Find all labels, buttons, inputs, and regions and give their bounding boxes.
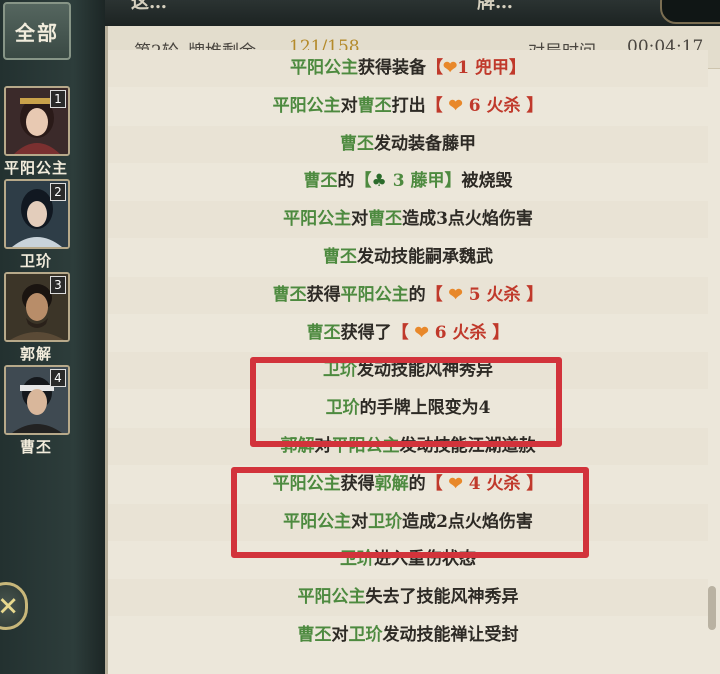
player-name-text: 曹丕	[272, 284, 307, 305]
avatar: 4	[4, 365, 70, 435]
log-text: 的	[408, 284, 426, 305]
avatar: 2	[4, 179, 70, 249]
heart-suit-icon: ❤	[448, 95, 463, 116]
highlight-box	[250, 357, 562, 447]
highlight-box	[231, 467, 589, 558]
seat-number-badge: 2	[50, 183, 66, 201]
log-text: 6 火杀	[428, 322, 493, 343]
heart-suit-icon: ❤	[448, 284, 463, 305]
player-name: 平阳公主	[4, 159, 69, 177]
player-filter-3[interactable]: 3 郭解	[4, 272, 70, 364]
log-text: 1 兜甲	[457, 58, 509, 78]
log-entry: 平阳公主对曹丕造成3点火焰伤害	[108, 201, 708, 239]
all-filter-button[interactable]: 全部	[3, 2, 71, 60]
seat-number-badge: 4	[50, 369, 66, 387]
player-name-text: 曹丕	[368, 209, 403, 230]
log-entry: 曹丕对卫玠发动技能禅让受封	[108, 617, 708, 654]
player-name-text: 曹丕	[357, 95, 392, 116]
heart-suit-icon: ❤	[443, 58, 458, 78]
player-name-text: 平阳公主	[283, 209, 352, 230]
log-text: 的	[337, 171, 355, 192]
log-text: 】	[509, 58, 526, 78]
log-entry: 曹丕获得平阳公主的【 ❤ 5 火杀 】	[108, 276, 708, 314]
player-name-text: 平阳公主	[297, 587, 366, 608]
log-text: 6 火杀	[462, 95, 527, 116]
log-entry: 平阳公主对曹丕打出【 ❤ 6 火杀 】	[108, 88, 708, 125]
player-name-text: 平阳公主	[290, 58, 358, 78]
avatar: 3	[4, 272, 70, 342]
log-entry: 平阳公主获得装备【❤1 兜甲】	[108, 50, 708, 87]
top-count-fragment: 牌…	[477, 0, 513, 13]
log-entry: 曹丕的【♣ 3 藤甲】被烧毁	[108, 163, 708, 200]
battle-log-panel: 第2轮 牌堆剩余 121/158 对局时间 00:04:17 平阳公主获得装备【…	[105, 26, 720, 674]
player-name-text: 【	[354, 171, 372, 192]
club-suit-icon: ♣	[371, 171, 387, 192]
player-name: 卫玠	[19, 252, 52, 270]
seat-number-badge: 1	[50, 90, 66, 108]
seat-number-badge: 3	[50, 276, 66, 294]
log-entry: 曹丕获得了【 ❤ 6 火杀 】	[108, 315, 708, 352]
log-text: 获得	[306, 284, 341, 305]
log-text: 被烧毁	[461, 171, 513, 192]
log-text: 对	[351, 209, 369, 230]
log-text: 【	[426, 58, 443, 78]
player-name-text: 平阳公主	[340, 284, 409, 305]
player-filter-4[interactable]: 4 曹丕	[4, 365, 70, 457]
player-name-text: 卫玠	[348, 625, 383, 645]
player-name-text: 曹丕	[306, 322, 341, 343]
log-text: 发动技能禅让受封	[382, 625, 519, 645]
log-entry: 曹丕发动装备藤甲	[108, 125, 708, 163]
close-icon[interactable]: ×	[0, 582, 28, 630]
player-name-text: 】	[444, 171, 462, 192]
player-filter-2[interactable]: 2 卫玠	[4, 179, 70, 271]
top-status-pill	[660, 0, 720, 24]
player-name-text: 曹丕	[323, 247, 357, 267]
top-bar: 这… 牌…	[105, 0, 720, 26]
scrollbar[interactable]	[708, 586, 716, 630]
player-name: 郭解	[19, 345, 52, 363]
log-text: 造成3点火焰伤害	[402, 209, 533, 230]
log-text: 5 火杀	[462, 284, 527, 305]
log-text: 发动技能嗣承魏武	[357, 247, 493, 267]
player-name-text: 3 藤甲	[386, 171, 445, 192]
player-name-text: 曹丕	[303, 171, 338, 192]
log-text: 】	[526, 284, 544, 305]
top-title-fragment: 这…	[131, 0, 167, 13]
heart-suit-icon: ❤	[414, 322, 429, 343]
log-text: 获得了	[340, 322, 392, 343]
log-entry: 曹丕发动技能嗣承魏武	[108, 239, 708, 276]
log-text: 获得装备	[358, 58, 426, 78]
log-text: 对	[340, 95, 358, 116]
log-text: 】	[526, 95, 544, 116]
player-name-text: 平阳公主	[272, 95, 341, 116]
avatar: 1	[4, 86, 70, 156]
log-text: 打出	[391, 95, 426, 116]
log-text: 发动装备藤甲	[374, 133, 476, 154]
log-text: 【	[391, 322, 415, 343]
close-icon-glyph: ×	[0, 591, 19, 621]
log-text: 【	[425, 284, 449, 305]
log-text: 失去了技能风神秀异	[365, 587, 519, 608]
log-text: 【	[425, 95, 449, 116]
player-sidebar: 全部 1 平阳公主 2 卫玠 3 郭解 4 曹丕 ×	[0, 0, 105, 674]
log-text: 】	[492, 322, 510, 343]
player-filter-1[interactable]: 1 平阳公主	[4, 86, 70, 178]
log-entry: 平阳公主失去了技能风神秀异	[108, 579, 708, 617]
log-text: 对	[331, 625, 349, 645]
player-name-text: 曹丕	[297, 625, 332, 645]
player-name-text: 曹丕	[340, 133, 374, 154]
player-name: 曹丕	[19, 438, 52, 456]
